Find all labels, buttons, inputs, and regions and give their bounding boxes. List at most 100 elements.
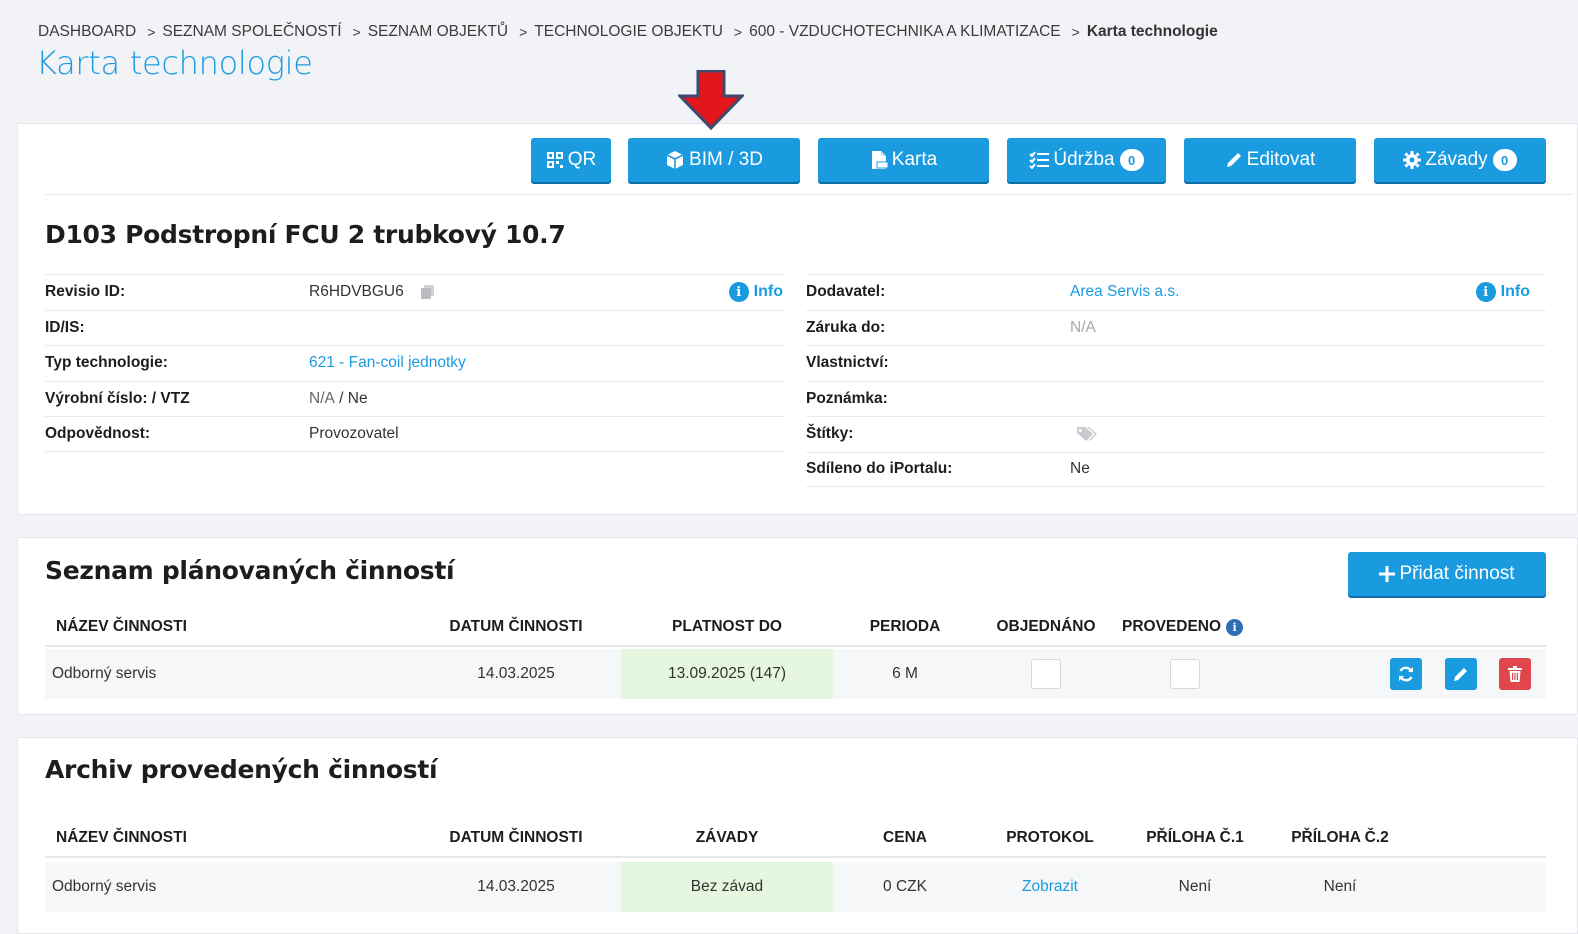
delete-activity-button[interactable] <box>1499 658 1531 690</box>
info-row-technology-type: Typ technologie: 621 - Fan-coil jednotky <box>45 345 785 381</box>
info-label: Záruka do: <box>806 318 886 336</box>
info-label: Poznámka: <box>806 389 888 407</box>
page-title: Karta technologie <box>36 44 313 82</box>
info-label: Revisio ID: <box>45 283 126 301</box>
info-table-right: Dodavatel: Area Servis a.s. i Info Záruk… <box>806 274 1546 487</box>
info-table-left: Revisio ID: R6HDVBGU6 i Info ID/IS: Typ … <box>45 274 785 452</box>
breadcrumb-separator: > <box>147 24 156 40</box>
col-header: NÁZEV ČINNOSTI <box>56 829 187 846</box>
planned-table-header: NÁZEV ČINNOSTI DATUM ČINNOSTI PLATNOST D… <box>45 609 1546 647</box>
info-row-note: Poznámka: <box>806 380 1546 417</box>
qr-label: QR <box>567 149 597 170</box>
info-row-warranty: Záruka do: N/A <box>806 309 1546 346</box>
breadcrumb-separator: > <box>1071 24 1080 40</box>
col-header: PROTOKOL <box>1006 829 1094 846</box>
karta-label: Karta <box>891 149 938 170</box>
col-header: PLATNOST DO <box>672 618 782 635</box>
info-value: Provozovatel <box>309 424 399 442</box>
annotation-arrow-icon <box>676 69 746 131</box>
info-label: Typ technologie: <box>45 354 168 372</box>
info-row-ownership: Vlastnictví: <box>806 345 1546 381</box>
plus-icon <box>1379 566 1396 582</box>
info-row-supplier: Dodavatel: Area Servis a.s. i Info <box>806 274 1546 310</box>
breadcrumb: DASHBOARD > SEZNAM SPOLEČNOSTÍ > SEZNAM … <box>38 23 1218 41</box>
vtz-value: / Ne <box>334 389 368 407</box>
breadcrumb-category[interactable]: 600 - VZDUCHOTECHNIKA A KLIMATIZACE <box>749 23 1061 41</box>
col-header: DATUM ČINNOSTI <box>449 618 583 635</box>
col-header: PERIODA <box>869 618 941 635</box>
info-row-responsibility: Odpovědnost: Provozovatel <box>45 416 785 452</box>
col-header-provedeno: PROVEDENO i <box>1122 609 1244 645</box>
serial-number-value: N/A <box>309 389 335 407</box>
info-label: Vlastnictví: <box>806 354 889 372</box>
bim-3d-button[interactable]: BIM / 3D <box>628 138 800 182</box>
col-header: ZÁVADY <box>695 829 759 846</box>
info-value: N/A / Ne <box>309 390 368 408</box>
breadcrumb-dashboard[interactable]: DASHBOARD <box>38 23 136 41</box>
info-label: Odpovědnost: <box>45 424 151 442</box>
udrzba-count-badge: 0 <box>1119 149 1144 171</box>
edit-activity-button[interactable] <box>1445 658 1477 690</box>
breadcrumb-separator: > <box>352 24 361 40</box>
col-header: PŘÍLOHA Č.1 <box>1146 829 1244 846</box>
info-row-iportal: Sdíleno do iPortalu: Ne <box>806 451 1546 487</box>
info-row-revisio-id: Revisio ID: R6HDVBGU6 i Info <box>45 274 785 310</box>
cube-icon <box>665 150 685 170</box>
zavady-button[interactable]: Závady 0 <box>1374 138 1546 182</box>
tags-icon[interactable] <box>1076 426 1098 442</box>
activity-period: 6 M <box>892 665 918 682</box>
add-activity-button[interactable]: Přidat činnost <box>1348 552 1546 596</box>
technology-type-link[interactable]: 621 - Fan-coil jednotky <box>309 354 466 372</box>
refresh-icon <box>1399 666 1413 682</box>
add-activity-label: Přidat činnost <box>1399 563 1515 584</box>
editovat-button[interactable]: Editovat <box>1184 138 1356 182</box>
done-checkbox[interactable] <box>1170 659 1200 689</box>
checklist-icon <box>1029 151 1050 169</box>
info-row-serial-number: Výrobní číslo: / VTZ N/A / Ne <box>45 380 785 417</box>
table-row: Odborný servis 14.03.2025 13.09.2025 (14… <box>45 649 1546 699</box>
activity-valid-to: 13.09.2025 (147) <box>621 649 833 699</box>
qr-button[interactable]: QR <box>531 138 611 182</box>
done-checkbox-cell <box>1125 649 1245 699</box>
ordered-checkbox[interactable] <box>1031 659 1061 689</box>
pdf-file-icon <box>870 150 888 170</box>
attachment-2: Není <box>1323 878 1357 895</box>
trash-icon <box>1508 666 1522 682</box>
archive-defects: Bez závad <box>621 862 833 912</box>
pencil-icon <box>1225 151 1243 169</box>
karta-pdf-button[interactable]: Karta <box>818 138 989 182</box>
supplier-link[interactable]: Area Servis a.s. <box>1070 283 1179 301</box>
archive-section-title: Archiv provedených činností <box>45 755 438 784</box>
refresh-button[interactable] <box>1390 658 1422 690</box>
table-row: Odborný servis 14.03.2025 Bez závad 0 CZ… <box>45 862 1546 912</box>
archive-price: 0 CZK <box>883 878 927 895</box>
ordered-checkbox-cell <box>985 649 1107 699</box>
archive-table-header: NÁZEV ČINNOSTI DATUM ČINNOSTI ZÁVADY CEN… <box>45 820 1546 858</box>
warranty-value: N/A <box>1070 318 1096 336</box>
attachment-1: Není <box>1178 878 1212 895</box>
breadcrumb-companies[interactable]: SEZNAM SPOLEČNOSTÍ <box>162 23 341 41</box>
page-header: DASHBOARD > SEZNAM SPOLEČNOSTÍ > SEZNAM … <box>12 10 1578 102</box>
protocol-link[interactable]: Zobrazit <box>985 862 1115 912</box>
info-link-right[interactable]: i Info <box>1475 282 1530 303</box>
zavady-count-badge: 0 <box>1492 149 1517 171</box>
info-link-left[interactable]: i Info <box>728 282 783 303</box>
info-label: Sdíleno do iPortalu: <box>806 460 953 478</box>
info-icon[interactable]: i <box>1226 618 1244 636</box>
editovat-label: Editovat <box>1246 149 1316 170</box>
breadcrumb-separator: > <box>733 24 743 40</box>
copy-icon[interactable] <box>420 284 435 300</box>
archive-activity-name: Odborný servis <box>52 878 157 895</box>
breadcrumb-current: Karta technologie <box>1086 23 1218 40</box>
info-row-tags: Štítky: <box>806 416 1546 452</box>
udrzba-button[interactable]: Údržba 0 <box>1007 138 1166 182</box>
col-header: OBJEDNÁNO <box>996 618 1096 635</box>
planned-section-title: Seznam plánovaných činností <box>45 556 455 585</box>
info-link-label: Info <box>753 283 783 301</box>
breadcrumb-technologies[interactable]: TECHNOLOGIE OBJEKTU <box>534 23 723 41</box>
col-header: PROVEDENO <box>1122 618 1222 635</box>
breadcrumb-objects[interactable]: SEZNAM OBJEKTŮ <box>368 23 508 41</box>
object-title: D103 Podstropní FCU 2 trubkový 10.7 <box>45 220 566 249</box>
info-link-label: Info <box>1500 283 1530 301</box>
toolbar-divider <box>45 194 1573 195</box>
